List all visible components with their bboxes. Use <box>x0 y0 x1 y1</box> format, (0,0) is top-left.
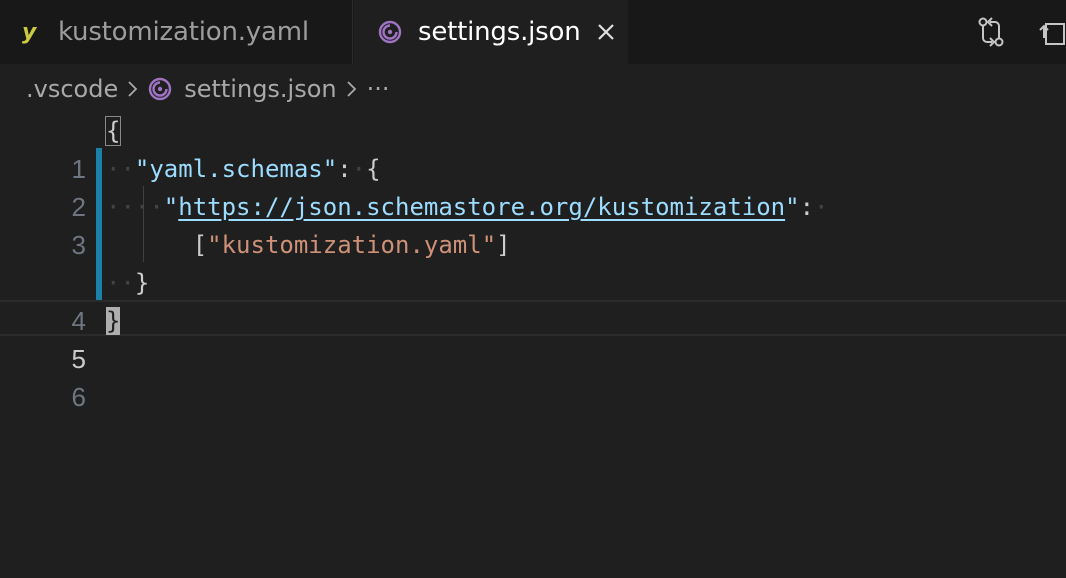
yaml-icon: y <box>22 19 37 45</box>
chevron-right-icon <box>126 79 140 99</box>
tab-bar: y kustomization.yaml settings.json <box>0 0 1066 64</box>
code-line: 4 ··} <box>0 264 1066 336</box>
quote: " <box>785 193 800 221</box>
json-icon <box>378 20 402 44</box>
brace: } <box>134 269 150 297</box>
tab-settings-json[interactable]: settings.json <box>354 0 628 64</box>
quote: " <box>163 193 179 221</box>
tab-label: kustomization.yaml <box>58 17 309 47</box>
code-line: 2 ··"yaml.schemas":·{ <box>0 150 1066 222</box>
code-line: 1 { <box>0 112 1066 184</box>
tab-kustomization-yaml[interactable]: y kustomization.yaml <box>0 0 353 64</box>
breadcrumb-file[interactable]: settings.json <box>184 75 336 103</box>
open-changes-icon[interactable] <box>974 14 1008 50</box>
breadcrumb: .vscode settings.json ··· <box>26 70 390 108</box>
tab-label: settings.json <box>418 17 581 47</box>
colon: : <box>799 193 815 221</box>
code-line: 3 ····"https://json.schemastore.org/kust… <box>0 188 1066 260</box>
json-icon <box>148 77 172 101</box>
json-string: "kustomization.yaml" <box>207 231 497 259</box>
line-number: 6 <box>71 382 86 412</box>
chevron-right-icon <box>345 79 359 99</box>
breadcrumb-more[interactable]: ··· <box>367 75 390 103</box>
code-line: 5 } <box>0 302 1066 374</box>
schema-url-link[interactable]: https://json.schemastore.org/kustomizati… <box>178 193 785 221</box>
brace: { <box>104 116 122 146</box>
code-line-wrapped: ["kustomization.yaml"] <box>0 226 1066 264</box>
split-editor-icon[interactable] <box>1036 14 1066 50</box>
code-editor[interactable]: 1 { 2 ··"yaml.schemas":·{ 3 ····"https:/… <box>0 112 1066 578</box>
json-key: "yaml.schemas" <box>134 155 338 183</box>
brace: { <box>366 155 381 183</box>
bracket: [ <box>192 231 208 259</box>
breadcrumb-folder[interactable]: .vscode <box>26 75 118 103</box>
bracket: ] <box>496 231 511 259</box>
code-line: 6 <box>0 340 1066 412</box>
colon: : <box>337 155 352 183</box>
close-icon[interactable] <box>595 21 617 43</box>
brace: } <box>106 307 121 335</box>
